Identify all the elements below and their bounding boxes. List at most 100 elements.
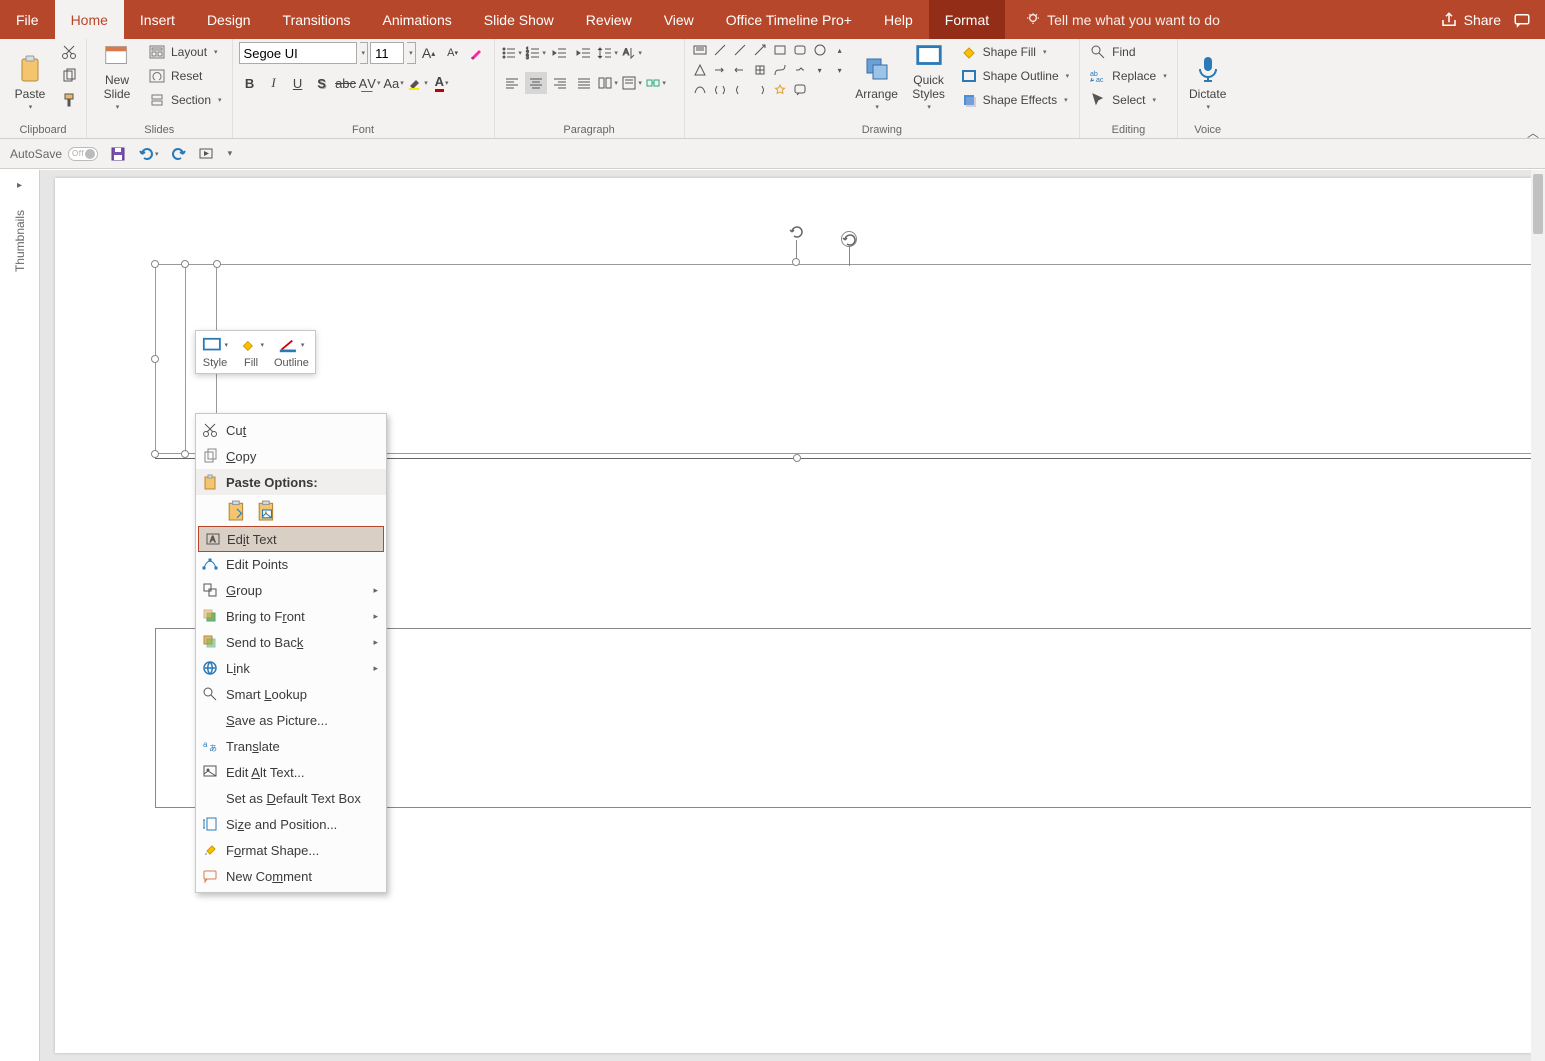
tab-file[interactable]: File <box>0 0 55 39</box>
tab-review[interactable]: Review <box>570 0 648 39</box>
ctx-link[interactable]: Link▸ <box>196 655 386 681</box>
thumbnails-pane[interactable]: ▸ Thumbnails <box>0 170 40 1061</box>
shape-handle[interactable] <box>793 454 801 462</box>
underline-button[interactable]: U <box>287 72 309 94</box>
bullets-button[interactable]: ▾ <box>501 42 523 64</box>
format-painter-button[interactable] <box>58 89 80 111</box>
tell-me-search[interactable]: Tell me what you want to do <box>1025 0 1220 39</box>
align-center-button[interactable] <box>525 72 547 94</box>
decrease-font-button[interactable]: A▾ <box>442 42 464 64</box>
font-color-button[interactable]: A▾ <box>431 72 453 94</box>
change-case-button[interactable]: Aa▾ <box>383 72 405 94</box>
text-direction-button[interactable]: A▾ <box>621 42 643 64</box>
tab-office-timeline[interactable]: Office Timeline Pro+ <box>710 0 868 39</box>
line-spacing-button[interactable]: ▾ <box>597 42 619 64</box>
chevron-down-icon[interactable]: ▾ <box>360 42 369 64</box>
tab-animations[interactable]: Animations <box>366 0 467 39</box>
bold-button[interactable]: B <box>239 72 261 94</box>
highlight-button[interactable]: ▾ <box>407 72 429 94</box>
chevron-up-icon[interactable]: ▴ <box>831 41 849 59</box>
reset-button[interactable]: Reset <box>145 65 226 87</box>
font-name-input[interactable] <box>239 42 357 64</box>
shadow-button[interactable]: S <box>311 72 333 94</box>
ctx-send-to-back[interactable]: Send to Back▸ <box>196 629 386 655</box>
arrange-button[interactable]: Arrange▾ <box>853 41 901 113</box>
ctx-cut[interactable]: Cut <box>196 417 386 443</box>
more-shapes-icon[interactable]: ▾ <box>831 61 849 79</box>
strikethrough-button[interactable]: abc <box>335 72 357 94</box>
increase-indent-button[interactable] <box>573 42 595 64</box>
paste-button[interactable]: Paste ▾ <box>6 41 54 113</box>
ctx-format-shape[interactable]: Format Shape... <box>196 837 386 863</box>
ctx-edit-text[interactable]: AEdit Text <box>198 526 384 552</box>
ctx-translate[interactable]: aあTranslate <box>196 733 386 759</box>
ctx-set-default[interactable]: Set as Default Text Box <box>196 785 386 811</box>
copy-button[interactable] <box>58 65 80 87</box>
start-from-beginning-icon[interactable] <box>199 146 215 162</box>
ctx-smart-lookup[interactable]: Smart Lookup <box>196 681 386 707</box>
tab-slideshow[interactable]: Slide Show <box>468 0 570 39</box>
ctx-size-position[interactable]: Size and Position... <box>196 811 386 837</box>
replace-button[interactable]: abacReplace▾ <box>1086 65 1171 87</box>
quick-styles-button[interactable]: Quick Styles▾ <box>905 41 953 113</box>
ctx-edit-points[interactable]: Edit Points <box>196 551 386 577</box>
mini-fill-button[interactable]: ▾ Fill <box>238 335 264 369</box>
ctx-group[interactable]: Group▸ <box>196 577 386 603</box>
tab-insert[interactable]: Insert <box>124 0 191 39</box>
mini-outline-button[interactable]: ▾ Outline <box>274 335 309 369</box>
align-text-button[interactable]: ▾ <box>621 72 643 94</box>
shape-outline-button[interactable]: Shape Outline▾ <box>957 65 1074 87</box>
align-left-button[interactable] <box>501 72 523 94</box>
clear-formatting-button[interactable] <box>466 42 488 64</box>
share-button[interactable]: Share <box>1440 11 1501 29</box>
chevron-down-icon[interactable]: ▾ <box>407 42 416 64</box>
select-button[interactable]: Select▾ <box>1086 89 1171 111</box>
smartart-button[interactable]: ▾ <box>645 72 667 94</box>
layout-button[interactable]: Layout▾ <box>145 41 226 63</box>
rotate-handle-icon[interactable] <box>841 231 857 247</box>
ctx-bring-to-front[interactable]: Bring to Front▸ <box>196 603 386 629</box>
rotate-handle-2[interactable] <box>789 224 805 245</box>
increase-font-button[interactable]: A▴ <box>418 42 440 64</box>
mini-style-button[interactable]: ▾ Style <box>202 335 228 369</box>
tab-transitions[interactable]: Transitions <box>267 0 367 39</box>
ctx-new-comment[interactable]: New Comment <box>196 863 386 889</box>
save-icon[interactable] <box>110 146 126 162</box>
italic-button[interactable]: I <box>263 72 285 94</box>
align-right-button[interactable] <box>549 72 571 94</box>
vertical-scrollbar[interactable] <box>1531 170 1545 1061</box>
paste-use-destination-button[interactable] <box>226 499 248 523</box>
customize-qat-icon[interactable]: ▾ <box>228 148 233 159</box>
collapse-ribbon-button[interactable]: ︿ <box>1527 124 1539 141</box>
ctx-copy[interactable]: Copy <box>196 443 386 469</box>
character-spacing-button[interactable]: A͟V▾ <box>359 72 381 94</box>
decrease-indent-button[interactable] <box>549 42 571 64</box>
shape-fill-button[interactable]: Shape Fill▾ <box>957 41 1074 63</box>
shapes-gallery[interactable]: ▴ ▾ ▾ <box>691 41 849 99</box>
tab-home[interactable]: Home <box>55 0 124 39</box>
tab-help[interactable]: Help <box>868 0 929 39</box>
paste-picture-button[interactable] <box>256 499 278 523</box>
tab-format[interactable]: Format <box>929 0 1005 39</box>
cut-button[interactable] <box>58 41 80 63</box>
ctx-edit-alt-text[interactable]: Edit Alt Text... <box>196 759 386 785</box>
chevron-down-icon[interactable]: ▾ <box>811 61 829 79</box>
section-button[interactable]: Section▾ <box>145 89 226 111</box>
tab-view[interactable]: View <box>648 0 710 39</box>
new-slide-button[interactable]: New Slide ▾ <box>93 41 141 113</box>
font-size-input[interactable] <box>370 42 404 64</box>
autosave-toggle[interactable]: AutoSave Off <box>10 147 98 161</box>
undo-button[interactable]: ▾ <box>138 146 159 162</box>
shape-effects-button[interactable]: Shape Effects▾ <box>957 89 1074 111</box>
dictate-button[interactable]: Dictate▾ <box>1184 41 1232 113</box>
expand-pane-icon[interactable]: ▸ <box>17 180 22 191</box>
justify-button[interactable] <box>573 72 595 94</box>
columns-button[interactable]: ▾ <box>597 72 619 94</box>
tab-design[interactable]: Design <box>191 0 267 39</box>
shape-effects-label: Shape Effects <box>983 93 1058 107</box>
numbering-button[interactable]: 123▾ <box>525 42 547 64</box>
comments-icon[interactable] <box>1513 11 1531 29</box>
find-button[interactable]: Find <box>1086 41 1171 63</box>
ctx-save-as-picture[interactable]: Save as Picture... <box>196 707 386 733</box>
redo-icon[interactable] <box>171 146 187 162</box>
